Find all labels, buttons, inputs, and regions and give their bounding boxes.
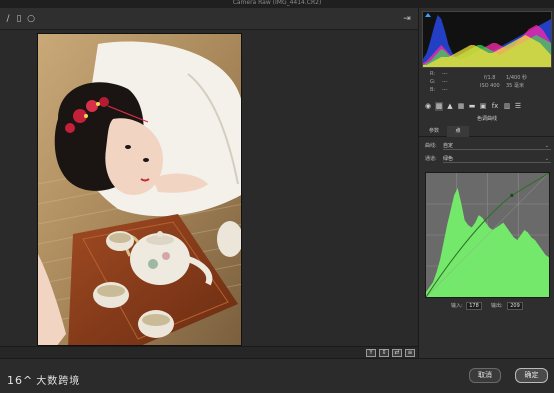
curve-preset-value: 自定 bbox=[443, 143, 454, 149]
r-label: R: bbox=[430, 71, 436, 77]
adjustment-panel: R: --- G: --- B: --- f/1.8 1/400 秒 ISO 4… bbox=[418, 8, 554, 358]
channel-value: 绿色 bbox=[443, 156, 454, 162]
lens-corrections-panel-icon[interactable]: ▣ bbox=[479, 102, 487, 111]
photo-preview[interactable] bbox=[37, 33, 242, 346]
pixel-info: R: --- G: --- B: --- f/1.8 1/400 秒 ISO 4… bbox=[422, 70, 552, 100]
aperture-value: f/1.8 bbox=[484, 75, 496, 81]
y-view-button[interactable]: Y bbox=[366, 349, 376, 357]
view-options-strip: Y ⇕ ⇄ ≡ bbox=[0, 346, 418, 358]
curve-point-io: 输入: 178 输出: 209 bbox=[419, 301, 554, 311]
watermark-logo: 16^ 大数跨境 bbox=[7, 372, 80, 387]
curve-label: 曲线: bbox=[425, 143, 437, 149]
cancel-button[interactable]: 取消 bbox=[469, 368, 501, 383]
channel-row: 通道: 绿色 ⌄ bbox=[425, 155, 551, 163]
curve-mode-tabs: 参数 点 bbox=[419, 125, 554, 137]
camera-calibration-panel-icon[interactable]: ▥ bbox=[503, 102, 511, 111]
export-icon[interactable]: ⇥ bbox=[402, 14, 412, 24]
tab-point[interactable]: 点 bbox=[447, 126, 469, 137]
iso-value: ISO 400 bbox=[480, 83, 500, 89]
split-toning-panel-icon[interactable]: ▬ bbox=[468, 102, 476, 111]
window-title: Camera Raw (IMG_4414.CR2) bbox=[232, 0, 322, 6]
canvas-area bbox=[0, 30, 418, 346]
basic-panel-icon[interactable]: ◉ bbox=[424, 102, 432, 111]
output-field[interactable]: 209 bbox=[507, 302, 523, 310]
swap-view-button[interactable]: ⇄ bbox=[392, 349, 402, 357]
effects-panel-icon[interactable]: fx bbox=[490, 102, 500, 111]
logo-text: 大数跨境 bbox=[36, 376, 81, 387]
shutter-value: 1/400 秒 bbox=[506, 75, 527, 81]
output-label: 输出: bbox=[491, 303, 503, 309]
presets-panel-icon[interactable]: ☰ bbox=[514, 102, 522, 111]
compare-view-button[interactable]: ⇕ bbox=[379, 349, 389, 357]
focal-length-value: 35 毫米 bbox=[506, 83, 524, 89]
tone-curve-panel-icon[interactable]: ▩ bbox=[435, 102, 443, 111]
settings-view-button[interactable]: ≡ bbox=[405, 349, 415, 357]
histogram bbox=[422, 11, 552, 68]
tone-curve-graph bbox=[426, 173, 549, 297]
g-label: G: bbox=[430, 79, 436, 85]
detail-panel-icon[interactable]: ▲ bbox=[446, 102, 454, 111]
photo-image bbox=[38, 34, 241, 345]
panel-title: 色调曲线 bbox=[476, 116, 497, 122]
bottom-bar: 16^ 大数跨境 取消 确定 bbox=[0, 358, 554, 393]
tone-curve-editor[interactable] bbox=[425, 172, 550, 298]
chevron-down-icon: ⌄ bbox=[544, 156, 549, 162]
shadow-clipping-warning-icon[interactable] bbox=[425, 13, 431, 17]
ok-button[interactable]: 确定 bbox=[515, 368, 548, 383]
panel-tabs: ◉ ▩ ▲ ▦ ▬ ▣ fx ▥ ☰ bbox=[422, 102, 552, 112]
straighten-tool-icon[interactable]: ∕ bbox=[3, 14, 13, 24]
channel-label: 通道: bbox=[425, 156, 437, 162]
hsl-panel-icon[interactable]: ▦ bbox=[457, 102, 465, 111]
curve-preset-select[interactable]: 自定 ⌄ bbox=[443, 142, 551, 150]
crop-tool-icon[interactable]: ▯ bbox=[14, 14, 24, 24]
b-label: B: bbox=[430, 87, 436, 93]
input-field[interactable]: 178 bbox=[466, 302, 482, 310]
b-value: --- bbox=[442, 87, 448, 93]
channel-select[interactable]: 绿色 ⌄ bbox=[443, 155, 551, 163]
radial-filter-tool-icon[interactable]: ○ bbox=[26, 14, 36, 24]
title-bar: Camera Raw (IMG_4414.CR2) bbox=[0, 0, 554, 8]
histogram-graph bbox=[423, 15, 551, 67]
chevron-down-icon: ⌄ bbox=[544, 143, 549, 149]
g-value: --- bbox=[442, 79, 448, 85]
curve-control-point[interactable] bbox=[509, 193, 514, 198]
input-label: 输入: bbox=[451, 303, 463, 309]
logo-mark: 16^ bbox=[7, 374, 34, 387]
curve-preset-row: 曲线: 自定 ⌄ bbox=[425, 142, 551, 150]
r-value: --- bbox=[442, 71, 448, 77]
tab-parametric[interactable]: 参数 bbox=[423, 126, 445, 137]
